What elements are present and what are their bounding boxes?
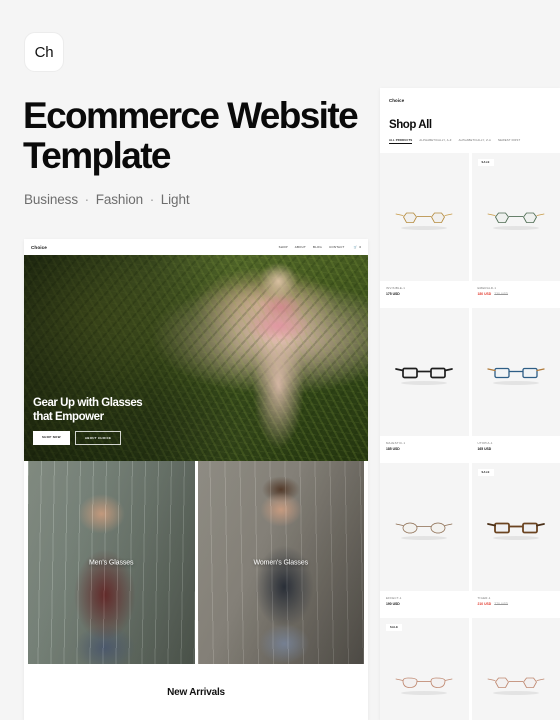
tag-business: Business <box>24 192 78 207</box>
product-card[interactable]: EFFECT-1 190 USD <box>380 463 469 615</box>
product-price-current: 185 USD <box>386 447 400 451</box>
tag-fashion: Fashion <box>95 192 144 207</box>
product-price-compare: 270 USD <box>494 602 509 606</box>
preview-site-nav: Choice SHOP ABOUT BLOG CONTACT 🛒 0 <box>24 239 368 255</box>
womens-category-label: Women's Glasses <box>253 559 309 566</box>
tag-separator: · <box>149 192 155 207</box>
product-image[interactable] <box>471 618 560 720</box>
product-price-current: 190 USD <box>386 602 400 606</box>
product-price: 175 USD <box>386 292 463 296</box>
cart-icon: 🛒 <box>353 245 358 249</box>
hero-about-button: ABOUT CHOICE <box>74 431 122 445</box>
shop-site-logo: Choice <box>389 98 405 103</box>
filter-alpha-za: ALPHABETICALLY, Z-A <box>458 139 492 142</box>
product-name: EMERALD-1 <box>477 286 497 290</box>
product-name: INVISIBLE-1 <box>386 286 406 290</box>
product-image[interactable] <box>380 463 469 591</box>
product-card[interactable]: MAJESTIC-1 185 USD <box>380 308 469 460</box>
sale-badge: SALE <box>477 469 494 476</box>
tag-light: Light <box>160 192 190 207</box>
product-name: EFFECT-1 <box>386 596 402 600</box>
product-price-current: 210 USD <box>477 602 492 606</box>
product-image[interactable] <box>380 153 469 281</box>
preview-hero: Gear Up with Glasses that Empower SHOP N… <box>24 255 368 461</box>
product-price: 210 USD 270 USD <box>478 602 555 606</box>
tag-separator: · <box>84 192 90 207</box>
preview-nav-icons: 🛒 0 <box>354 245 361 249</box>
product-meta: EFFECT-1 190 USD <box>380 591 469 615</box>
product-card[interactable]: SALE AURORA-1195 USD <box>380 618 469 720</box>
new-arrivals-heading: New Arrivals <box>24 664 368 720</box>
product-meta: EMERALD-1 180 USD 230 USD <box>472 281 560 305</box>
product-meta: MAJESTIC-1 185 USD <box>380 436 469 460</box>
product-card[interactable]: SALE EMERALD-1 180 USD 230 USD <box>471 153 560 305</box>
nav-link-shop: SHOP <box>278 245 288 249</box>
product-price-current: 175 USD <box>386 292 400 296</box>
page-title: Ecommerce Website Template <box>23 95 359 176</box>
nav-link-contact: CONTACT <box>329 245 345 249</box>
product-meta: UTOPIA-1 165 USD <box>472 436 560 460</box>
product-image[interactable]: SALE <box>471 463 560 591</box>
product-card[interactable]: UTOPIA-1 165 USD <box>471 308 560 460</box>
template-tags: Business · Fashion · Light <box>24 192 190 207</box>
nav-link-about: ABOUT <box>294 245 307 249</box>
product-name: UTOPIA-1 <box>477 441 493 445</box>
product-card[interactable]: SALE TIGER-1 210 USD 270 USD <box>471 463 560 615</box>
sale-badge: SALE <box>477 159 494 166</box>
mens-category-label: Men's Glasses <box>89 559 134 566</box>
nav-link-blog: BLOG <box>313 245 323 249</box>
shop-filter-tabs: ALL PRODUCTS ALPHABETICALLY, A-Z ALPHABE… <box>380 131 560 153</box>
product-image[interactable]: SALE <box>380 618 469 720</box>
hero-buttons: SHOP NOW ABOUT CHOICE <box>33 431 153 445</box>
product-price-current: 165 USD <box>477 447 492 451</box>
hero-heading: Gear Up with Glasses that Empower <box>33 397 143 423</box>
product-price-compare: 230 USD <box>494 292 509 296</box>
preview-nav-links: SHOP ABOUT BLOG CONTACT <box>279 245 345 249</box>
product-price: 165 USD <box>478 447 555 451</box>
product-image[interactable] <box>471 308 560 436</box>
preview-site-logo: Choice <box>31 244 47 250</box>
filter-newest-first: NEWEST FIRST <box>498 139 521 142</box>
category-card-mens: Men's Glasses <box>28 461 195 664</box>
product-card[interactable]: HALO-1170 USD <box>471 618 560 720</box>
product-card[interactable]: INVISIBLE-1 175 USD <box>380 153 469 305</box>
product-price: 190 USD <box>386 602 463 606</box>
product-meta: INVISIBLE-1 175 USD <box>380 281 469 305</box>
filter-alpha-az: ALPHABETICALLY, A-Z <box>419 139 452 142</box>
product-meta: TIGER-1 210 USD 270 USD <box>472 591 560 615</box>
product-image[interactable]: SALE <box>471 153 560 281</box>
logo-badge-text: Ch <box>34 43 54 61</box>
left-column: Ch Ecommerce Website Template Business ·… <box>0 0 380 720</box>
template-showcase-page: Ch Ecommerce Website Template Business ·… <box>0 0 560 720</box>
product-grid: INVISIBLE-1 175 USD SALE EMERALD-1 180 USD 2… <box>380 153 560 720</box>
hero-shop-now-button: SHOP NOW <box>33 431 70 445</box>
shop-page-title: Shop All <box>389 119 432 131</box>
cart-count: 0 <box>359 245 361 249</box>
shop-preview-card[interactable]: Choice Shop All ALL PRODUCTS ALPHABETICA… <box>380 88 560 720</box>
product-name: TIGER-1 <box>477 596 491 600</box>
template-logo-badge: Ch <box>24 32 64 72</box>
hero-copy-block: Gear Up with Glasses that Empower SHOP N… <box>33 397 153 445</box>
product-price-current: 180 USD <box>477 292 492 296</box>
sale-badge: SALE <box>386 624 403 631</box>
category-card-womens: Women's Glasses <box>197 461 364 664</box>
product-price: 185 USD <box>386 447 463 451</box>
homepage-preview-card[interactable]: Choice SHOP ABOUT BLOG CONTACT 🛒 0 Gear … <box>24 239 368 720</box>
product-price: 180 USD 230 USD <box>478 292 555 296</box>
filter-all-products: ALL PRODUCTS <box>389 139 413 144</box>
product-image[interactable] <box>380 308 469 436</box>
preview-category-split: Men's Glasses Women's Glasses <box>24 461 368 664</box>
product-name: MAJESTIC-1 <box>386 441 406 445</box>
